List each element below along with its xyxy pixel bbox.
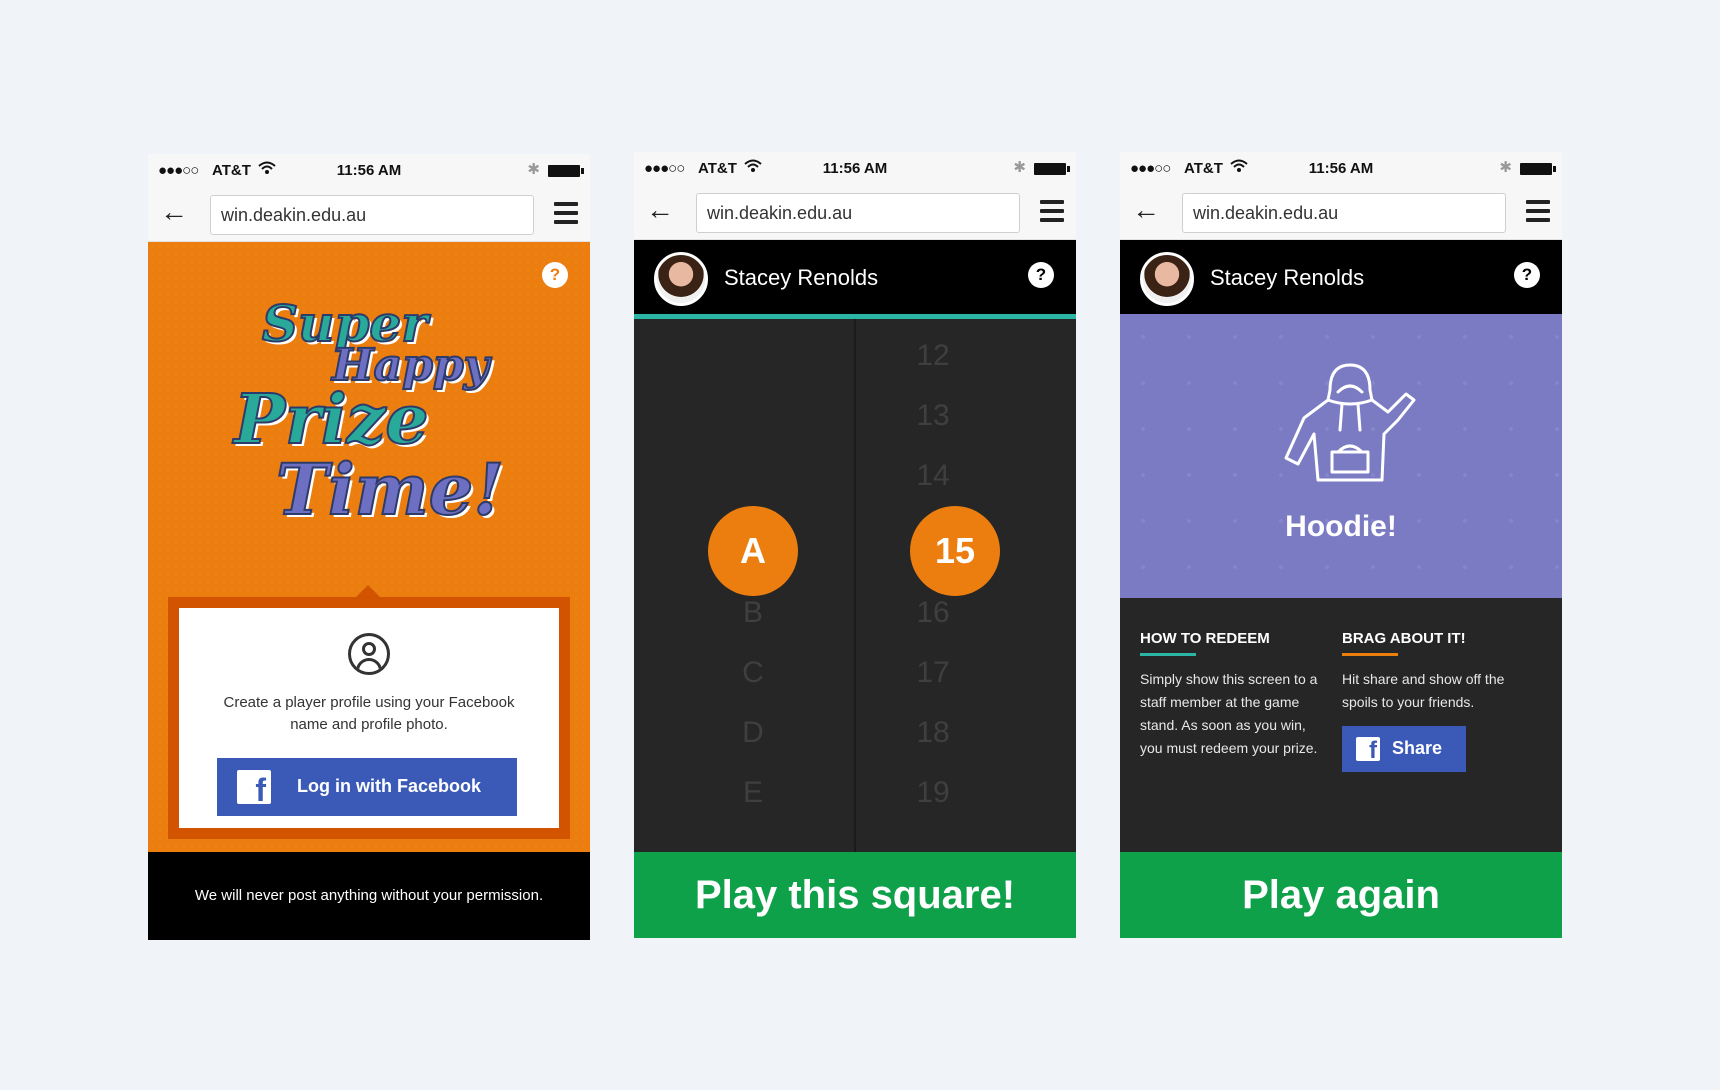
browser-toolbar: ← win.deakin.edu.au xyxy=(634,186,1076,240)
selected-letter[interactable]: A xyxy=(708,506,798,596)
user-header: Stacey Renolds ? xyxy=(1120,240,1562,314)
letter-option[interactable]: E xyxy=(708,776,798,810)
prize-info: HOW TO REDEEM Simply show this screen to… xyxy=(1120,598,1562,852)
selected-number[interactable]: 15 xyxy=(910,506,1000,596)
status-bar: ●●●○○ AT&T 11:56 AM ✱ xyxy=(634,152,1076,186)
help-icon[interactable]: ? xyxy=(542,262,568,288)
url-field[interactable]: win.deakin.edu.au xyxy=(210,195,534,235)
user-profile-icon xyxy=(348,633,390,675)
username: Stacey Renolds xyxy=(724,265,879,290)
url-field[interactable]: win.deakin.edu.au xyxy=(1182,193,1506,233)
bluetooth-icon: ✱ xyxy=(1013,159,1026,176)
privacy-footer: We will never post anything without your… xyxy=(148,852,590,940)
number-option[interactable]: 14 xyxy=(888,459,978,493)
number-option[interactable]: 12 xyxy=(888,339,978,373)
brag-text: Hit share and show off the spoils to you… xyxy=(1342,671,1505,710)
login-card-body: Create a player profile using your Faceb… xyxy=(179,608,559,828)
login-panel: ? Super Happy Prize Time! Create a playe… xyxy=(148,242,590,852)
hamburger-menu-icon[interactable] xyxy=(1040,200,1064,222)
square-picker[interactable]: 12 13 14 15 16 17 18 19 A B C D E xyxy=(634,319,1076,852)
facebook-icon: f xyxy=(1356,737,1380,761)
brag-section: BRAG ABOUT IT! Hit share and show off th… xyxy=(1342,630,1522,714)
hamburger-menu-icon[interactable] xyxy=(554,202,578,224)
login-description: Create a player profile using your Faceb… xyxy=(223,694,515,733)
help-icon[interactable]: ? xyxy=(1514,262,1540,288)
battery-icon xyxy=(1520,163,1556,175)
clock-label: 11:56 AM xyxy=(1308,160,1374,177)
status-bar: ●●●○○ AT&T 11:56 AM ✱ xyxy=(148,154,590,188)
picker-divider xyxy=(854,319,856,852)
battery-icon xyxy=(1034,163,1070,175)
number-option[interactable]: 18 xyxy=(888,716,978,750)
prize-panel: Hoodie! xyxy=(1120,314,1562,608)
brag-underline xyxy=(1342,653,1398,656)
browser-toolbar: ← win.deakin.edu.au xyxy=(148,188,590,242)
facebook-login-label: Log in with Facebook xyxy=(297,776,481,796)
logo-word: Time! xyxy=(275,447,505,532)
number-option[interactable]: 19 xyxy=(888,776,978,810)
avatar xyxy=(1140,252,1194,306)
login-card: Create a player profile using your Faceb… xyxy=(168,585,570,839)
super-happy-prize-time-logo: Super Happy Prize Time! xyxy=(233,284,505,544)
clock-label: 11:56 AM xyxy=(822,160,888,177)
facebook-share-button[interactable]: f Share xyxy=(1342,726,1466,772)
number-option[interactable]: 17 xyxy=(888,656,978,690)
phone-screen-login: ●●●○○ AT&T 11:56 AM ✱ ← win.deakin.edu.a… xyxy=(148,154,590,940)
how-to-redeem-section: HOW TO REDEEM Simply show this screen to… xyxy=(1140,630,1320,760)
status-bar: ●●●○○ AT&T 11:56 AM ✱ xyxy=(1120,152,1562,186)
hoodie-icon xyxy=(1284,363,1416,482)
battery-icon xyxy=(548,165,584,177)
prize-title: Hoodie! xyxy=(1285,510,1397,543)
redeem-heading: HOW TO REDEEM xyxy=(1140,630,1270,647)
phone-screen-prize: ●●●○○ AT&T 11:56 AM ✱ ← win.deakin.edu.a… xyxy=(1120,152,1562,938)
number-option[interactable]: 16 xyxy=(888,596,978,630)
bluetooth-icon: ✱ xyxy=(1499,159,1512,176)
play-again-button[interactable]: Play again xyxy=(1120,852,1562,938)
clock-label: 11:56 AM xyxy=(336,162,402,179)
letter-option[interactable]: C xyxy=(708,656,798,690)
brag-heading: BRAG ABOUT IT! xyxy=(1342,630,1466,647)
browser-toolbar: ← win.deakin.edu.au xyxy=(1120,186,1562,240)
number-option[interactable]: 13 xyxy=(888,399,978,433)
back-arrow-icon[interactable]: ← xyxy=(646,196,674,224)
user-header: Stacey Renolds ? xyxy=(634,240,1076,314)
hamburger-menu-icon[interactable] xyxy=(1526,200,1550,222)
back-arrow-icon[interactable]: ← xyxy=(1132,196,1160,224)
url-field[interactable]: win.deakin.edu.au xyxy=(696,193,1020,233)
phone-screen-picker: ●●●○○ AT&T 11:56 AM ✱ ← win.deakin.edu.a… xyxy=(634,152,1076,938)
letter-option[interactable]: B xyxy=(708,596,798,630)
share-label: Share xyxy=(1392,738,1443,758)
redeem-text: Simply show this screen to a staff membe… xyxy=(1140,671,1318,756)
bluetooth-icon: ✱ xyxy=(527,161,540,178)
facebook-login-button[interactable]: f Log in with Facebook xyxy=(217,758,517,816)
facebook-icon: f xyxy=(237,770,271,804)
avatar xyxy=(654,252,708,306)
help-icon[interactable]: ? xyxy=(1028,262,1054,288)
redeem-underline xyxy=(1140,653,1196,656)
back-arrow-icon[interactable]: ← xyxy=(160,198,188,226)
play-square-button[interactable]: Play this square! xyxy=(634,852,1076,938)
letter-option[interactable]: D xyxy=(708,716,798,750)
username: Stacey Renolds xyxy=(1210,265,1365,290)
